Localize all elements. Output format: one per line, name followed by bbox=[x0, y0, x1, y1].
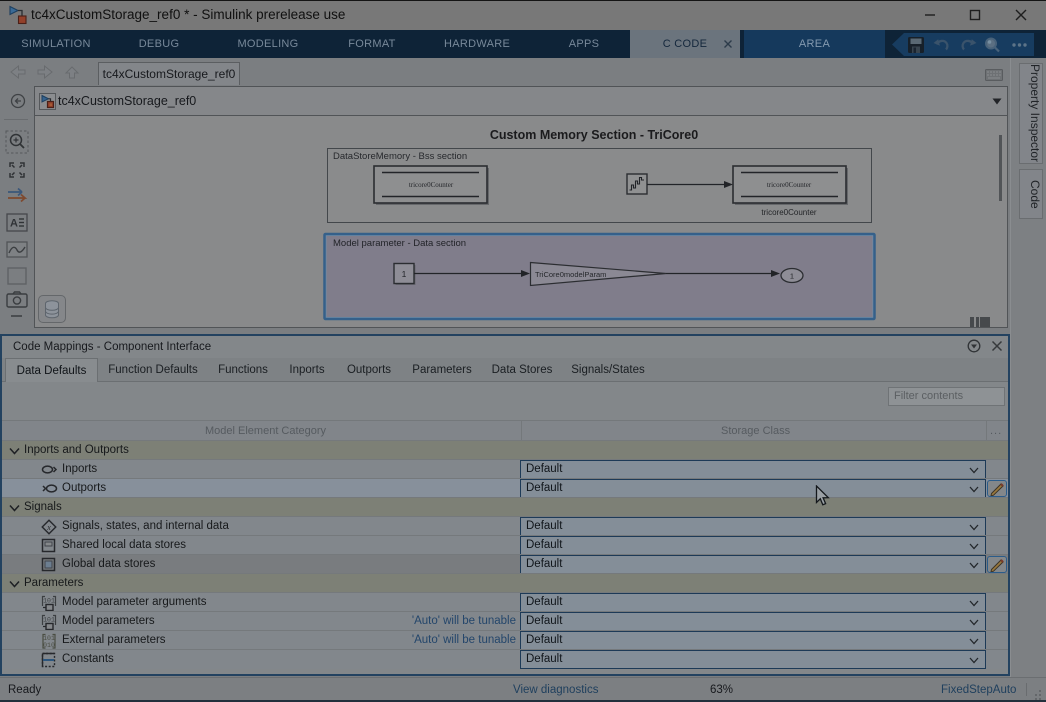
svg-text:DataStoreMemory - Bss section: DataStoreMemory - Bss section bbox=[333, 151, 467, 162]
svg-text:101: 101 bbox=[43, 617, 55, 624]
svg-text:tricore0Counter: tricore0Counter bbox=[409, 181, 454, 189]
svg-text:010: 010 bbox=[43, 642, 55, 649]
svg-text:tricore0Counter: tricore0Counter bbox=[761, 208, 816, 217]
svg-text:101: 101 bbox=[43, 598, 55, 605]
svg-text:x: x bbox=[46, 523, 51, 532]
svg-text:101: 101 bbox=[43, 635, 55, 642]
svg-text:A: A bbox=[10, 218, 18, 230]
svg-text:1: 1 bbox=[790, 272, 794, 281]
svg-text:Model parameter - Data section: Model parameter - Data section bbox=[333, 238, 466, 249]
svg-text:TriCore0modelParam: TriCore0modelParam bbox=[535, 270, 606, 279]
svg-text:tricore0Counter: tricore0Counter bbox=[767, 181, 812, 189]
svg-text:1: 1 bbox=[402, 269, 407, 279]
